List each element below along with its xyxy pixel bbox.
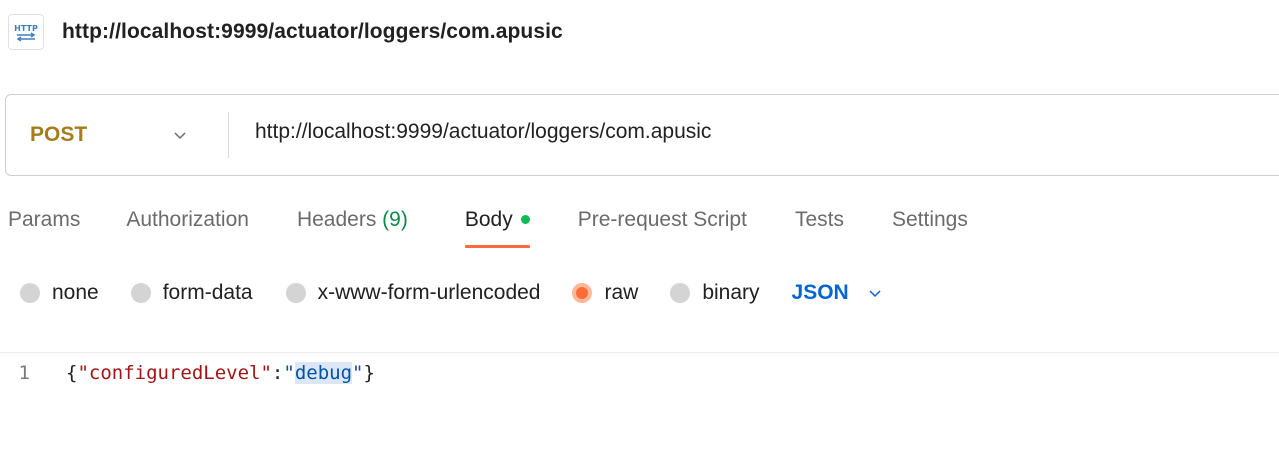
url-divider: [228, 112, 229, 158]
raw-format-dropdown[interactable]: JSON: [792, 281, 885, 305]
tab-body[interactable]: Body: [464, 208, 530, 248]
editor-divider: [0, 352, 1279, 353]
url-input[interactable]: http://localhost:9999/actuator/loggers/c…: [255, 120, 1279, 144]
tab-pre-request-script[interactable]: Pre-request Script: [578, 208, 747, 248]
chevron-down-icon: [170, 125, 190, 145]
tab-authorization[interactable]: Authorization: [126, 208, 249, 248]
tab-label: Headers: [296, 208, 377, 231]
tab-params[interactable]: Params: [8, 208, 80, 248]
tab-label: Tests: [794, 208, 844, 231]
json-brace-close: }: [363, 362, 375, 384]
json-quote-close: ": [352, 362, 364, 384]
radio-label: none: [52, 281, 99, 304]
radio-raw[interactable]: raw: [572, 281, 638, 305]
body-type-options: none form-data x-www-form-urlencoded raw…: [20, 281, 885, 305]
request-page: HTTP http://localhost:9999/actuator/logg…: [0, 0, 1279, 471]
tab-label: Settings: [891, 208, 968, 231]
tab-label: Pre-request Script: [577, 208, 747, 231]
radio-x-www-form-urlencoded[interactable]: x-www-form-urlencoded: [285, 281, 541, 305]
radio-circle: [285, 283, 306, 303]
headers-count: (9): [382, 208, 408, 231]
url-bar: POST http://localhost:9999/actuator/logg…: [5, 94, 1279, 176]
raw-format-label: JSON: [791, 281, 849, 304]
radio-circle: [130, 283, 151, 303]
json-colon: :: [271, 362, 284, 384]
radio-circle: [20, 283, 40, 303]
request-tabs: Params Authorization Headers (9) Body Pr…: [8, 208, 968, 248]
radio-form-data[interactable]: form-data: [130, 281, 253, 305]
radio-circle: [670, 283, 691, 303]
radio-none[interactable]: none: [20, 281, 99, 305]
method-dropdown[interactable]: POST: [6, 95, 228, 175]
code-content[interactable]: {"configuredLevel":"debug"}: [66, 362, 375, 384]
tab-settings[interactable]: Settings: [892, 208, 968, 248]
tab-label: Body: [464, 208, 513, 231]
json-value-highlighted: debug: [294, 362, 353, 384]
svg-text:HTTP: HTTP: [14, 24, 38, 33]
radio-label: raw: [604, 281, 639, 304]
code-line: 1 {"configuredLevel":"debug"}: [0, 356, 1279, 390]
body-editor[interactable]: 1 {"configuredLevel":"debug"}: [0, 356, 1279, 471]
line-number: 1: [18, 362, 30, 384]
radio-label: binary: [702, 281, 760, 304]
tab-label: Authorization: [126, 208, 249, 231]
request-title-row: HTTP http://localhost:9999/actuator/logg…: [8, 14, 563, 50]
radio-binary[interactable]: binary: [670, 281, 760, 305]
body-indicator-dot: [520, 215, 530, 224]
tab-tests[interactable]: Tests: [795, 208, 844, 248]
chevron-down-icon: [865, 283, 885, 303]
method-label: POST: [30, 123, 88, 146]
tab-label: Params: [8, 208, 81, 231]
radio-label: x-www-form-urlencoded: [317, 281, 541, 304]
json-key: "configuredLevel": [77, 362, 272, 384]
tab-headers[interactable]: Headers (9): [297, 208, 408, 248]
json-quote-open: ": [283, 362, 295, 384]
radio-circle-checked: [572, 283, 593, 303]
json-brace-open: {: [66, 362, 78, 384]
http-request-icon: HTTP: [8, 14, 44, 50]
request-title[interactable]: http://localhost:9999/actuator/loggers/c…: [62, 20, 563, 44]
radio-label: form-data: [162, 281, 253, 304]
